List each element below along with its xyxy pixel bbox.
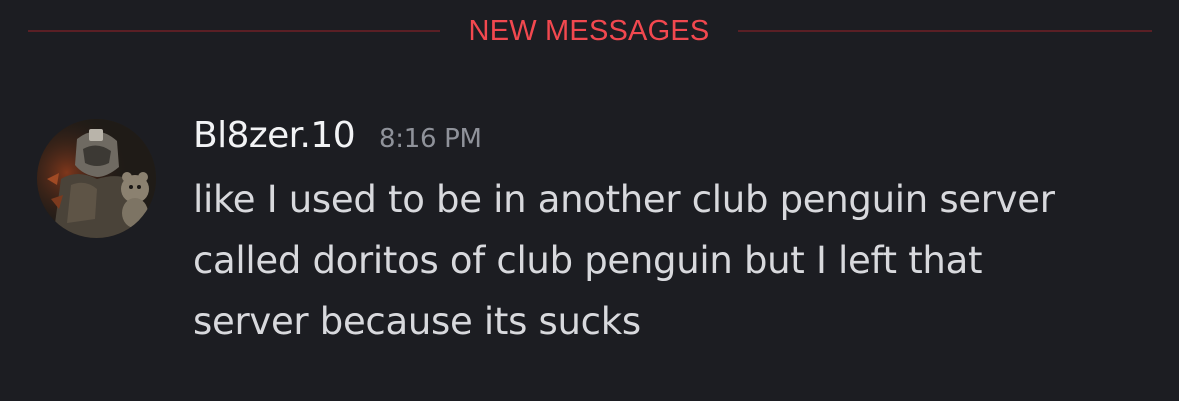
username[interactable]: Bl8zer.10 bbox=[193, 115, 356, 156]
divider-line-left bbox=[28, 30, 440, 32]
message-line: server because its sucks bbox=[193, 300, 641, 343]
new-messages-divider: NEW MESSAGES bbox=[0, 14, 1179, 48]
message-content: like I used to be in another club pengui… bbox=[193, 169, 1153, 352]
message-line: like I used to be in another club pengui… bbox=[193, 178, 1055, 221]
timestamp[interactable]: 8:16 PM bbox=[379, 124, 482, 154]
divider-line-right bbox=[738, 30, 1152, 32]
avatar-image bbox=[37, 119, 156, 238]
message-line: called doritos of club penguin but I lef… bbox=[193, 239, 983, 282]
chat-view: NEW MESSAGES Bl8zer.10 8:16 PM like I us… bbox=[0, 0, 1179, 401]
avatar[interactable] bbox=[37, 119, 156, 238]
message: Bl8zer.10 8:16 PM like I used to be in a… bbox=[193, 115, 1153, 352]
message-header: Bl8zer.10 8:16 PM bbox=[193, 115, 1153, 167]
new-messages-label: NEW MESSAGES bbox=[468, 15, 710, 47]
